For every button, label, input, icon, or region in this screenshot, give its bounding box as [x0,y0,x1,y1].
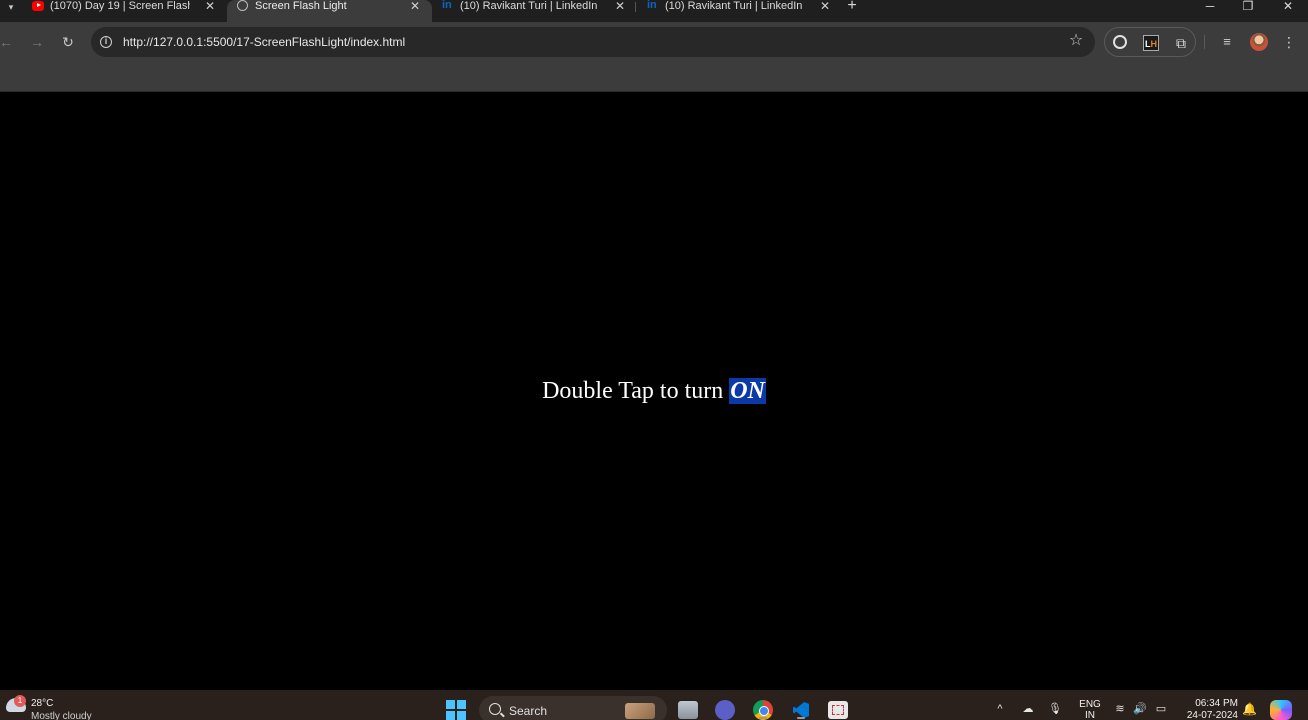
page-viewport[interactable]: Double Tap to turn ON [0,92,1308,690]
teams-meet-icon[interactable] [715,700,735,720]
wifi-icon[interactable]: ≋ [1113,702,1127,716]
extensions-group: LH ⧉ [1104,27,1196,57]
snipping-tool-icon[interactable] [828,701,848,719]
tab-strip: ▾ (1070) Day 19 | Screen Flash Lig ✕ Scr… [0,0,1308,22]
minimize-icon[interactable]: ─ [1200,0,1220,12]
tab-close-icon[interactable]: ✕ [820,0,830,12]
windows-start-icon[interactable] [446,700,466,720]
onedrive-cloud-icon[interactable]: ☁ [1021,702,1035,716]
tab-screen-flash-light[interactable]: Screen Flash Light ✕ [227,0,432,22]
tab-youtube[interactable]: (1070) Day 19 | Screen Flash Lig ✕ [22,0,227,22]
toolbar-lower-strip [0,62,1308,92]
reload-icon[interactable]: ↻ [60,34,76,50]
battery-icon[interactable]: ▭ [1154,702,1168,716]
tab-title: Screen Flash Light [255,0,347,12]
tab-close-icon[interactable]: ✕ [205,0,215,12]
tab-separator [635,2,636,12]
language-indicator[interactable]: ENG IN [1078,699,1102,720]
address-bar[interactable]: i http://127.0.0.1:5500/17-ScreenFlashLi… [91,27,1095,57]
tab-title: (10) Ravikant Turi | LinkedIn [460,0,598,12]
tab-title: (1070) Day 19 | Screen Flash Lig [50,0,190,12]
search-highlight-image [625,703,655,719]
profile-avatar[interactable] [1250,33,1268,51]
microphone-icon[interactable]: 🎙 [1048,702,1062,716]
tab-search-button[interactable]: ▾ [0,0,22,22]
puzzle-icon[interactable]: ⧉ [1173,35,1189,51]
volume-icon[interactable]: 🔊 [1133,702,1147,716]
media-controls-icon[interactable]: ≡ [1219,34,1235,50]
flash-instruction[interactable]: Double Tap to turn ON [0,376,1308,406]
chrome-active-indicator [759,717,767,719]
forward-icon[interactable]: → [29,34,45,50]
taskbar: 1 28°C Mostly cloudy Search ^ ☁ 🎙 ENG IN … [0,690,1308,720]
lighthouse-icon[interactable]: LH [1143,35,1159,51]
system-clock[interactable]: 06:34 PM 24-07-2024 [1178,698,1238,720]
wappalyzer-icon[interactable] [1113,35,1127,49]
taskbar-search-box[interactable]: Search [479,696,667,720]
tab-close-icon[interactable]: ✕ [410,0,420,12]
youtube-icon [32,1,44,11]
tab-close-icon[interactable]: ✕ [615,0,625,12]
close-window-icon[interactable]: ✕ [1278,0,1298,12]
on-highlight: ON [729,378,766,404]
copilot-icon[interactable] [1270,700,1292,720]
kebab-menu-icon[interactable]: ⋮ [1282,34,1296,50]
bookmark-star-icon[interactable]: ☆ [1067,32,1085,50]
new-tab-button[interactable]: + [845,0,859,14]
search-icon [489,703,501,715]
notification-bell-icon[interactable]: 🔔 [1242,702,1257,716]
linkedin-icon: in [442,0,452,11]
tab-linkedin-2[interactable]: in (10) Ravikant Turi | LinkedIn ✕ [637,0,842,22]
back-icon[interactable]: ← [0,34,14,50]
chevron-up-icon[interactable]: ^ [993,702,1007,716]
instruction-text: Double Tap to turn [542,378,730,404]
search-label: Search [509,704,548,718]
url-text[interactable]: http://127.0.0.1:5500/17-ScreenFlashLigh… [123,35,405,49]
weather-condition[interactable]: Mostly cloudy [31,711,92,720]
vscode-active-indicator [797,717,805,719]
restore-icon[interactable]: ❐ [1238,0,1258,12]
tab-title: (10) Ravikant Turi | LinkedIn [665,0,803,12]
weather-temperature[interactable]: 28°C [31,698,53,710]
task-view-icon[interactable] [678,701,698,719]
weather-badge: 1 [14,695,26,707]
linkedin-icon: in [647,0,657,11]
browser-toolbar: ← → ↻ i http://127.0.0.1:5500/17-ScreenF… [0,22,1308,62]
toolbar-separator [1204,35,1205,49]
site-info-icon[interactable]: i [100,36,112,48]
tab-linkedin-1[interactable]: in (10) Ravikant Turi | LinkedIn ✕ [432,0,637,22]
globe-icon [237,0,248,11]
